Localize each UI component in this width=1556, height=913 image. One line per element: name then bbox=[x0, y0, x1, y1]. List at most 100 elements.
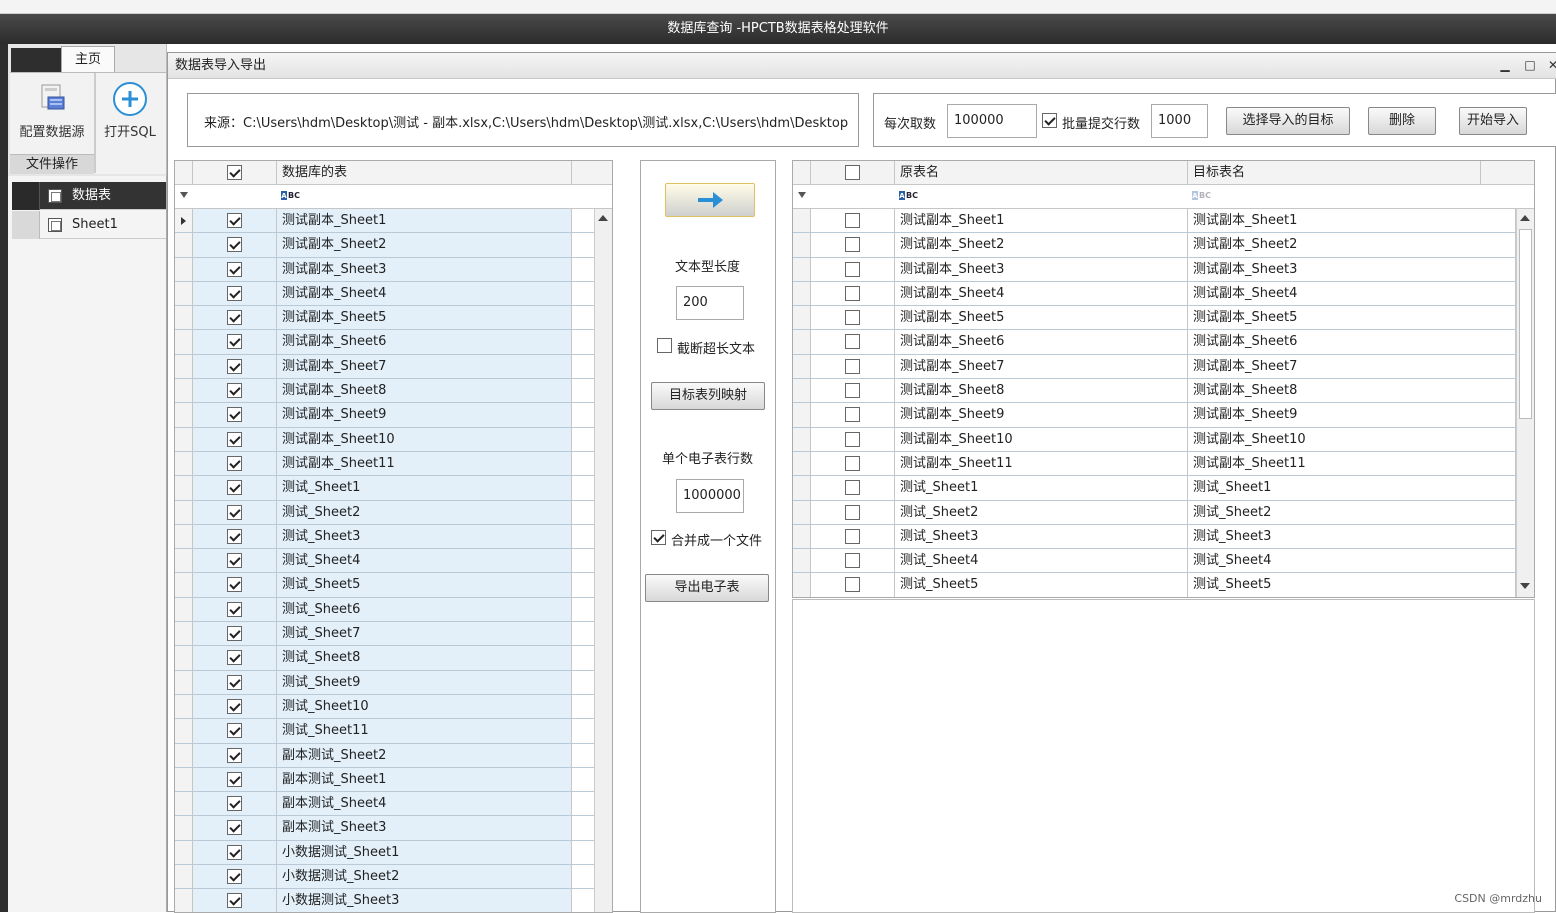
table-name-cell[interactable]: 测试_Sheet1 bbox=[277, 476, 572, 499]
table-row[interactable]: 测试_Sheet9 bbox=[175, 671, 596, 695]
target-name-cell[interactable]: 测试_Sheet5 bbox=[1188, 573, 1516, 596]
mapping-row[interactable]: 测试副本_Sheet9测试副本_Sheet9 bbox=[793, 403, 1516, 427]
table-row[interactable]: 测试副本_Sheet2 bbox=[175, 233, 596, 257]
row-checkbox[interactable] bbox=[227, 407, 242, 422]
rows-per-sheet-input[interactable]: 1000000 bbox=[676, 479, 744, 513]
row-header[interactable] bbox=[793, 209, 811, 232]
row-header[interactable] bbox=[175, 695, 193, 718]
row-header[interactable] bbox=[175, 744, 193, 767]
table-row[interactable]: 小数据测试_Sheet1 bbox=[175, 841, 596, 865]
table-name-cell[interactable]: 测试副本_Sheet3 bbox=[277, 258, 572, 281]
source-name-cell[interactable]: 测试_Sheet3 bbox=[895, 525, 1188, 548]
row-header[interactable] bbox=[793, 452, 811, 475]
row-header[interactable] bbox=[175, 573, 193, 596]
table-name-cell[interactable]: 测试副本_Sheet9 bbox=[277, 403, 572, 426]
table-row[interactable]: 测试副本_Sheet5 bbox=[175, 306, 596, 330]
row-checkbox[interactable] bbox=[227, 359, 242, 374]
table-name-cell[interactable]: 测试_Sheet2 bbox=[277, 501, 572, 524]
source-name-cell[interactable]: 测试副本_Sheet11 bbox=[895, 452, 1188, 475]
source-name-cell[interactable]: 测试副本_Sheet9 bbox=[895, 403, 1188, 426]
row-checkbox[interactable] bbox=[845, 310, 860, 325]
row-checkbox[interactable] bbox=[845, 262, 860, 277]
scroll-up-icon[interactable] bbox=[1520, 215, 1530, 221]
col-header-target-name[interactable]: 目标表名 bbox=[1188, 161, 1481, 185]
source-name-cell[interactable]: 测试副本_Sheet4 bbox=[895, 282, 1188, 305]
row-header[interactable] bbox=[175, 501, 193, 524]
row-checkbox[interactable] bbox=[845, 480, 860, 495]
table-row[interactable]: 测试副本_Sheet1 bbox=[175, 209, 596, 233]
export-sheet-button[interactable]: 导出电子表 bbox=[645, 574, 769, 602]
scroll-down-icon[interactable] bbox=[1520, 583, 1530, 589]
row-header[interactable] bbox=[175, 452, 193, 475]
table-name-cell[interactable]: 小数据测试_Sheet1 bbox=[277, 841, 572, 864]
item-checkbox[interactable] bbox=[48, 218, 62, 232]
target-name-cell[interactable]: 测试副本_Sheet7 bbox=[1188, 355, 1516, 378]
row-checkbox[interactable] bbox=[227, 553, 242, 568]
table-name-cell[interactable]: 测试_Sheet4 bbox=[277, 549, 572, 572]
left-grid-scrollbar[interactable] bbox=[594, 209, 612, 913]
start-import-button[interactable]: 开始导入 bbox=[1459, 107, 1527, 135]
mapping-row[interactable]: 测试_Sheet2测试_Sheet2 bbox=[793, 501, 1516, 525]
mapping-row[interactable]: 测试副本_Sheet1测试副本_Sheet1 bbox=[793, 209, 1516, 233]
table-row[interactable]: 测试副本_Sheet3 bbox=[175, 258, 596, 282]
row-checkbox[interactable] bbox=[227, 505, 242, 520]
row-checkbox[interactable] bbox=[227, 262, 242, 277]
row-header[interactable] bbox=[175, 233, 193, 256]
scroll-up-icon[interactable] bbox=[598, 215, 608, 221]
row-checkbox[interactable] bbox=[227, 577, 242, 592]
col-header-source-name[interactable]: 原表名 bbox=[895, 161, 1188, 185]
target-name-cell[interactable]: 测试副本_Sheet8 bbox=[1188, 379, 1516, 402]
row-checkbox[interactable] bbox=[227, 310, 242, 325]
row-checkbox[interactable] bbox=[227, 529, 242, 544]
table-name-cell[interactable]: 测试副本_Sheet2 bbox=[277, 233, 572, 256]
table-name-cell[interactable]: 测试副本_Sheet1 bbox=[277, 209, 572, 232]
target-name-cell[interactable]: 测试副本_Sheet9 bbox=[1188, 403, 1516, 426]
row-header[interactable] bbox=[175, 671, 193, 694]
table-row[interactable]: 测试_Sheet4 bbox=[175, 549, 596, 573]
open-sql-button[interactable]: 打开SQL bbox=[90, 77, 170, 157]
row-header[interactable] bbox=[793, 330, 811, 353]
table-name-cell[interactable]: 测试副本_Sheet11 bbox=[277, 452, 572, 475]
table-row[interactable]: 副本测试_Sheet1 bbox=[175, 768, 596, 792]
row-checkbox[interactable] bbox=[227, 456, 242, 471]
row-checkbox[interactable] bbox=[227, 602, 242, 617]
row-checkbox[interactable] bbox=[227, 675, 242, 690]
row-header[interactable] bbox=[175, 816, 193, 839]
row-checkbox[interactable] bbox=[845, 237, 860, 252]
right-grid-scrollbar[interactable] bbox=[1516, 209, 1534, 598]
target-name-cell[interactable]: 测试_Sheet1 bbox=[1188, 476, 1516, 499]
text-length-input[interactable]: 200 bbox=[676, 286, 744, 320]
row-checkbox[interactable] bbox=[227, 383, 242, 398]
row-checkbox[interactable] bbox=[845, 529, 860, 544]
row-header[interactable] bbox=[793, 403, 811, 426]
source-name-cell[interactable]: 测试_Sheet1 bbox=[895, 476, 1188, 499]
source-name-cell[interactable]: 测试_Sheet2 bbox=[895, 501, 1188, 524]
row-checkbox[interactable] bbox=[227, 480, 242, 495]
table-row[interactable]: 测试_Sheet1 bbox=[175, 476, 596, 500]
mapping-row[interactable]: 测试副本_Sheet2测试副本_Sheet2 bbox=[793, 233, 1516, 257]
row-checkbox[interactable] bbox=[845, 407, 860, 422]
row-checkbox[interactable] bbox=[845, 359, 860, 374]
row-header[interactable] bbox=[175, 841, 193, 864]
row-header[interactable] bbox=[175, 379, 193, 402]
row-checkbox[interactable] bbox=[227, 748, 242, 763]
table-name-cell[interactable]: 测试副本_Sheet6 bbox=[277, 330, 572, 353]
source-name-cell[interactable]: 测试副本_Sheet1 bbox=[895, 209, 1188, 232]
mapping-row[interactable]: 测试副本_Sheet7测试副本_Sheet7 bbox=[793, 355, 1516, 379]
table-row[interactable]: 测试_Sheet10 bbox=[175, 695, 596, 719]
row-header[interactable] bbox=[175, 646, 193, 669]
table-name-cell[interactable]: 测试_Sheet7 bbox=[277, 622, 572, 645]
target-name-cell[interactable]: 测试副本_Sheet5 bbox=[1188, 306, 1516, 329]
table-row[interactable]: 测试副本_Sheet10 bbox=[175, 428, 596, 452]
text-filter-icon[interactable]: ABC bbox=[281, 191, 300, 201]
target-name-cell[interactable]: 测试_Sheet2 bbox=[1188, 501, 1516, 524]
row-header[interactable] bbox=[175, 865, 193, 888]
row-checkbox[interactable] bbox=[227, 626, 242, 641]
row-header[interactable] bbox=[793, 573, 811, 596]
row-checkbox[interactable] bbox=[845, 334, 860, 349]
source-name-cell[interactable]: 测试副本_Sheet8 bbox=[895, 379, 1188, 402]
table-row[interactable]: 副本测试_Sheet2 bbox=[175, 744, 596, 768]
row-header[interactable] bbox=[175, 792, 193, 815]
source-name-cell[interactable]: 测试副本_Sheet7 bbox=[895, 355, 1188, 378]
table-row[interactable]: 测试_Sheet2 bbox=[175, 501, 596, 525]
